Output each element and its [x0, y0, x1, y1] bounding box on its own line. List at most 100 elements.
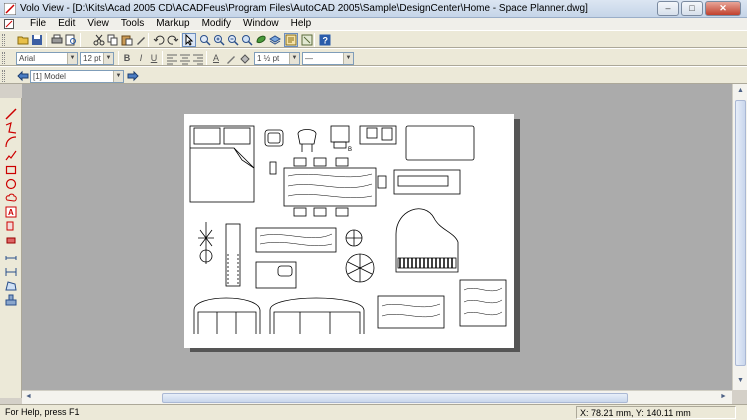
font-color-button[interactable]: A — [210, 52, 222, 64]
wood-panel-symbol — [255, 227, 337, 253]
align-center-icon[interactable] — [178, 52, 192, 66]
open-icon[interactable] — [16, 33, 30, 47]
menu-markup[interactable]: Markup — [150, 18, 195, 30]
menu-window[interactable]: Window — [237, 18, 285, 30]
chair-symbols: B — [264, 125, 397, 153]
markup-pen-icon[interactable] — [134, 33, 148, 47]
polyline-icon[interactable] — [5, 122, 17, 134]
select-icon[interactable] — [182, 33, 196, 47]
line-width-value: 1 ½ pt — [257, 54, 280, 63]
align-left-icon[interactable] — [165, 52, 179, 66]
chevron-down-icon[interactable]: ▼ — [103, 53, 113, 64]
eraser-icon[interactable] — [5, 234, 17, 246]
vertical-scroll-thumb[interactable] — [735, 100, 746, 366]
arc-icon[interactable] — [5, 136, 17, 148]
chevron-down-icon[interactable]: ▼ — [67, 53, 77, 64]
document-icon[interactable] — [4, 19, 14, 29]
line-icon[interactable] — [5, 108, 17, 120]
undo-icon[interactable] — [152, 33, 166, 47]
bold-button[interactable]: B — [121, 52, 133, 64]
scroll-left-icon[interactable]: ◄ — [25, 393, 32, 400]
line-color-icon[interactable] — [224, 52, 238, 66]
cloud-icon[interactable] — [5, 192, 17, 204]
scroll-down-icon[interactable]: ▼ — [737, 377, 744, 384]
zoom-window-icon[interactable] — [198, 33, 212, 47]
paste-icon[interactable] — [120, 33, 134, 47]
vertical-scrollbar[interactable]: ▲ ▼ — [732, 84, 747, 390]
grand-piano-symbol — [395, 208, 459, 273]
underline-button[interactable]: U — [148, 52, 160, 64]
menu-help[interactable]: Help — [285, 18, 318, 30]
chevron-down-icon[interactable]: ▼ — [113, 71, 123, 82]
sofa-large-symbol-2 — [269, 297, 365, 334]
stamp-icon[interactable] — [5, 294, 17, 306]
scroll-up-icon[interactable]: ▲ — [737, 87, 744, 94]
back-arrow-icon[interactable] — [16, 69, 30, 83]
menu-file[interactable]: File — [24, 18, 52, 30]
line-style-select[interactable]: — ▼ — [302, 52, 354, 65]
fill-color-icon[interactable] — [238, 52, 252, 66]
toolbar-grip[interactable] — [2, 34, 5, 46]
align-right-icon[interactable] — [191, 52, 205, 66]
copy-icon[interactable] — [106, 33, 120, 47]
toolbar-grip[interactable] — [2, 52, 5, 64]
rectangle-icon[interactable] — [5, 164, 17, 176]
menu-edit[interactable]: Edit — [52, 18, 81, 30]
view-toolbar: [1] Model ▼ — [0, 66, 747, 84]
toolbar-grip[interactable] — [2, 70, 5, 82]
window-title: Volo View - [D:\Kits\Acad 2005 CD\ACADFe… — [20, 3, 588, 14]
save-icon[interactable] — [30, 33, 44, 47]
font-size-select[interactable]: 12 pt ▼ — [80, 52, 114, 65]
horizontal-scrollbar[interactable]: ◄ ► — [22, 390, 732, 404]
orbit-icon[interactable] — [254, 33, 268, 47]
menu-tools[interactable]: Tools — [115, 18, 150, 30]
coordinates-readout: X: 78.21 mm, Y: 140.11 mm — [576, 406, 736, 419]
menu-view[interactable]: View — [81, 18, 115, 30]
chevron-down-icon[interactable]: ▼ — [289, 53, 299, 64]
drawing-sheet[interactable]: B — [184, 114, 514, 348]
print-icon[interactable] — [50, 33, 64, 47]
measure-icon[interactable] — [5, 252, 17, 264]
svg-text:?: ? — [323, 36, 329, 46]
bed-symbol — [189, 125, 255, 203]
bench-symbol — [393, 169, 461, 195]
font-size-value: 12 pt — [83, 54, 101, 63]
italic-button[interactable]: I — [135, 52, 147, 64]
zoom-extents-icon[interactable] — [226, 33, 240, 47]
dimension-icon[interactable] — [5, 266, 17, 278]
line-width-select[interactable]: 1 ½ pt ▼ — [254, 52, 300, 65]
zoom-icon[interactable] — [212, 33, 226, 47]
cut-icon[interactable] — [92, 33, 106, 47]
help-status: For Help, press F1 — [5, 407, 80, 417]
minimize-button[interactable]: – — [657, 1, 679, 16]
text-icon[interactable]: A — [5, 206, 17, 218]
menu-modify[interactable]: Modify — [196, 18, 237, 30]
plant-pot-symbol — [345, 253, 375, 283]
area-icon[interactable] — [5, 280, 17, 292]
font-select[interactable]: Arial ▼ — [16, 52, 78, 65]
close-button[interactable]: ✕ — [705, 1, 741, 16]
horizontal-scroll-thumb[interactable] — [162, 393, 628, 403]
forward-arrow-icon[interactable] — [126, 69, 140, 83]
panel-symbol — [459, 279, 507, 327]
markup-toolbar: A — [0, 98, 22, 398]
properties-icon[interactable] — [284, 33, 298, 47]
scroll-right-icon[interactable]: ► — [720, 393, 727, 400]
title-bar: Volo View - [D:\Kits\Acad 2005 CD\ACADFe… — [0, 0, 747, 18]
properties-alt-icon[interactable] — [300, 33, 314, 47]
highlight-icon[interactable] — [5, 220, 17, 232]
help-icon[interactable]: ? — [318, 33, 332, 47]
pan-icon[interactable] — [240, 33, 254, 47]
layers-icon[interactable] — [268, 33, 282, 47]
maximize-button[interactable]: □ — [681, 1, 703, 16]
chevron-down-icon[interactable]: ▼ — [343, 53, 353, 64]
floor-plan-drawing: B — [189, 125, 507, 334]
redo-icon[interactable] — [166, 33, 180, 47]
main-toolbar: ? — [0, 30, 747, 48]
status-bar: For Help, press F1 X: 78.21 mm, Y: 140.1… — [0, 404, 747, 420]
layout-select[interactable]: [1] Model ▼ — [30, 70, 124, 83]
print-preview-icon[interactable] — [64, 33, 78, 47]
circle-icon[interactable] — [5, 178, 17, 190]
sketch-icon[interactable] — [5, 150, 17, 162]
svg-text:A: A — [8, 208, 14, 217]
